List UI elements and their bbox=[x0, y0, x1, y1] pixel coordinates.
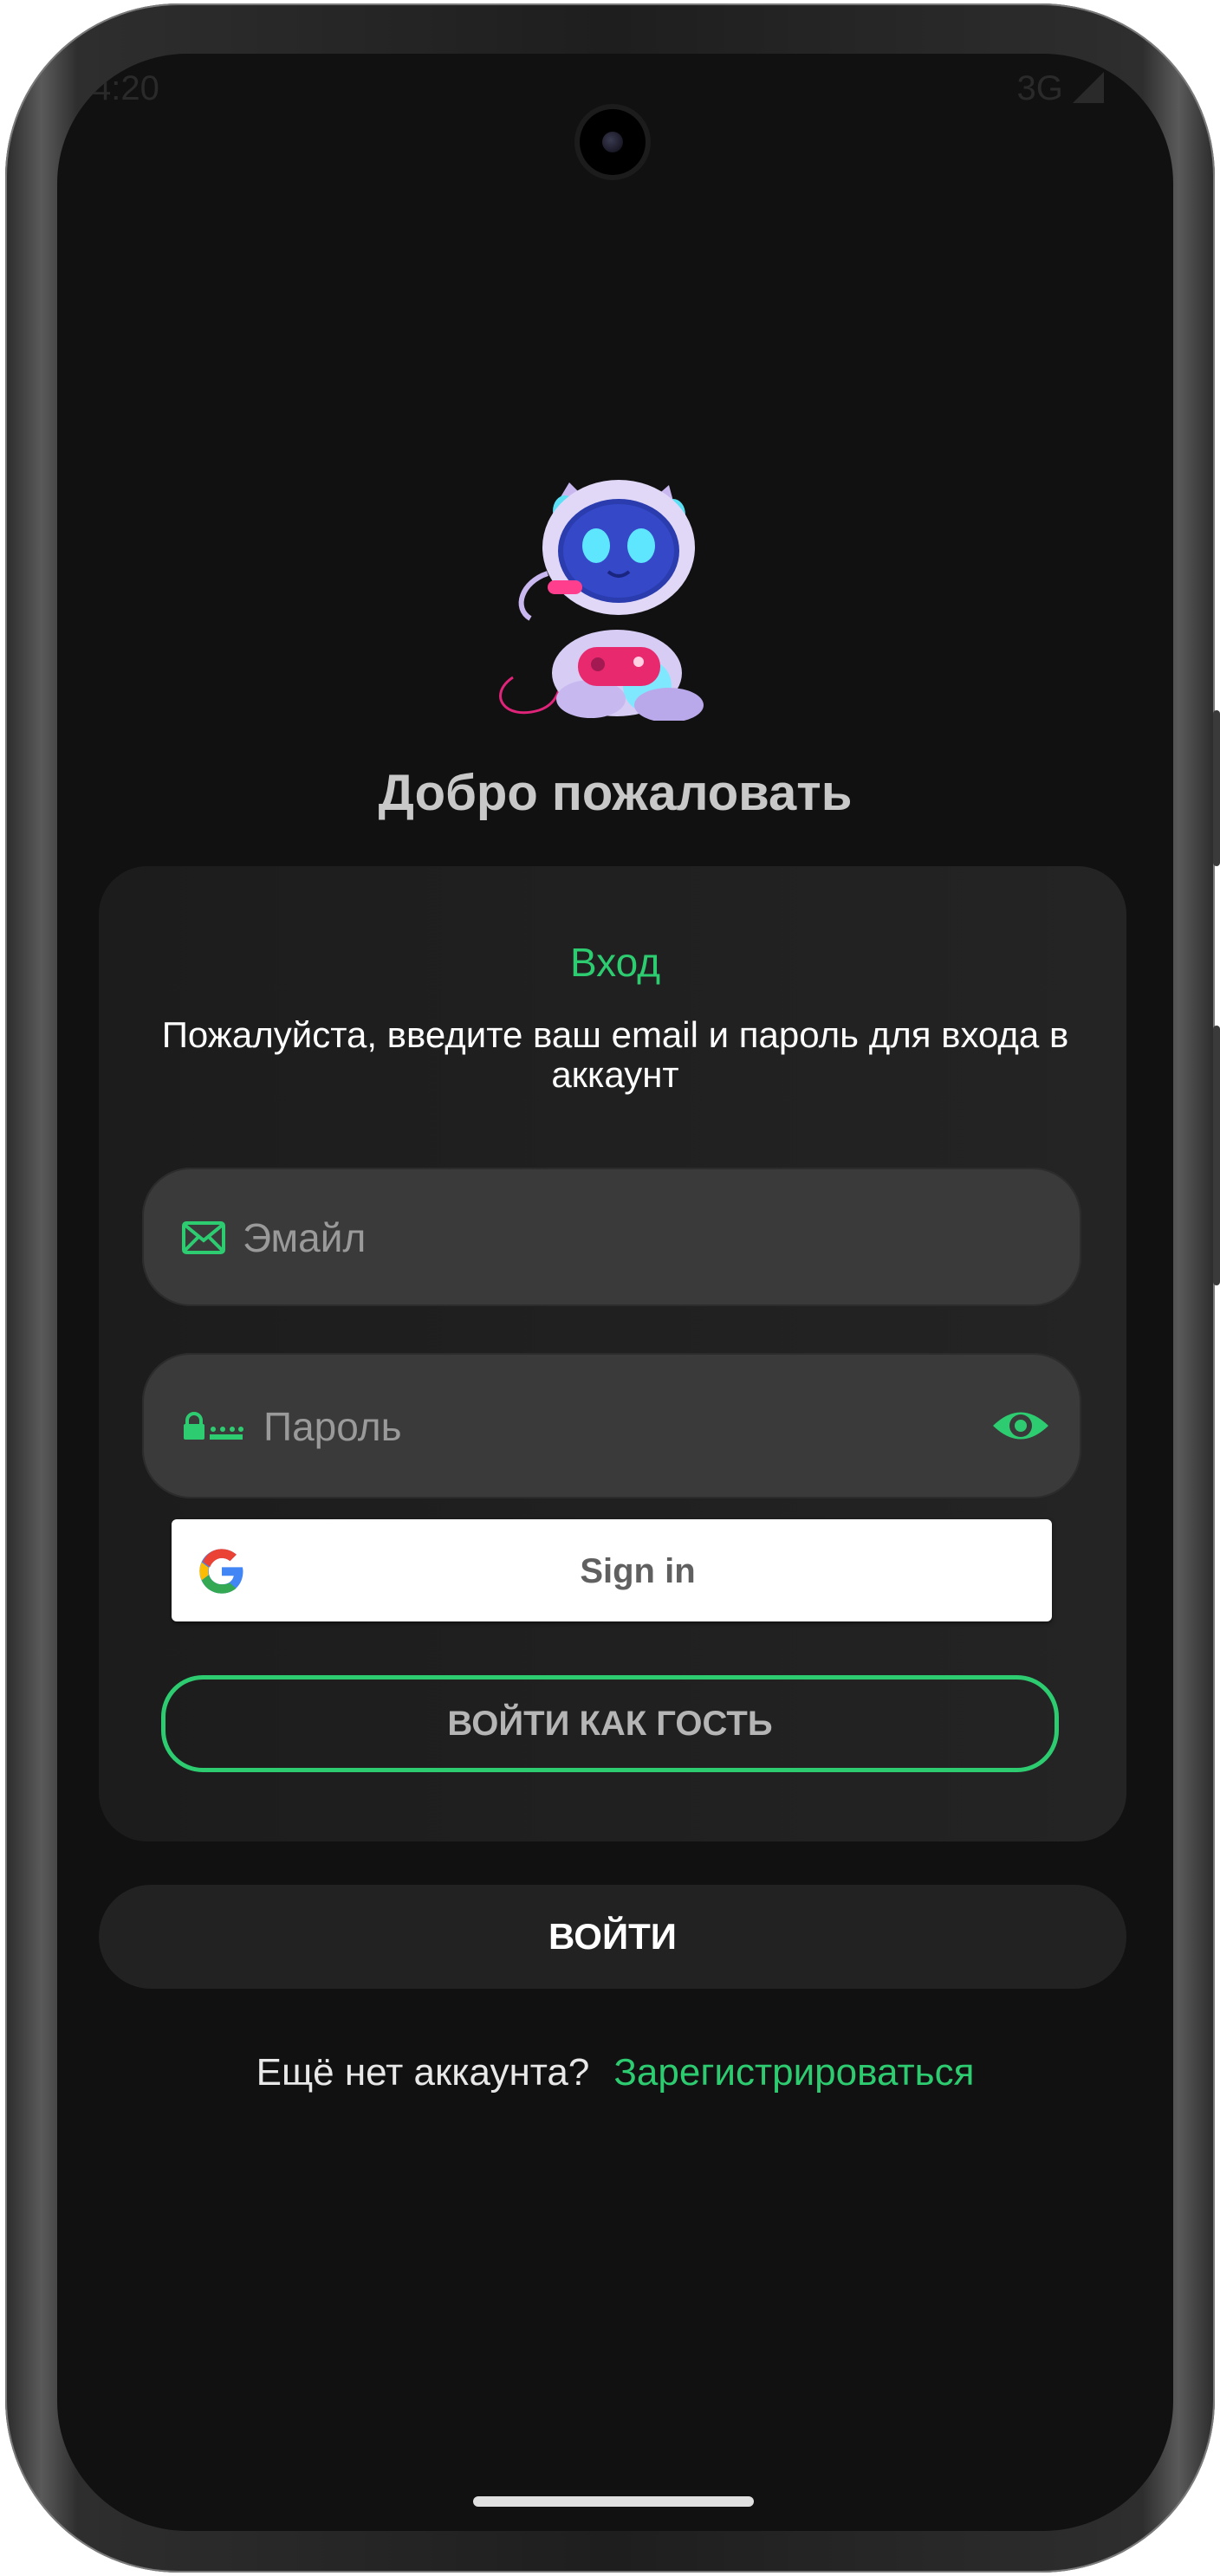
register-question: Ещё нет аккаунта? bbox=[256, 2051, 590, 2094]
home-indicator[interactable] bbox=[473, 2496, 754, 2507]
screen: 4:20 3G Добро пожаловать Вход Пожалуйста… bbox=[57, 54, 1173, 2531]
email-input[interactable] bbox=[241, 1168, 1059, 1308]
power-button bbox=[1213, 1026, 1220, 1285]
front-camera bbox=[580, 109, 646, 175]
register-link[interactable]: Зарегистрироваться bbox=[613, 2051, 974, 2094]
robot-mascot-image bbox=[499, 480, 704, 721]
volume-button bbox=[1213, 710, 1220, 866]
login-button[interactable]: ВОЙТИ bbox=[99, 1885, 1126, 1989]
card-description: Пожалуйста, введите ваш email и пароль д… bbox=[161, 1014, 1069, 1095]
network-label: 3G bbox=[1016, 69, 1063, 107]
status-time: 4:20 bbox=[92, 69, 159, 107]
google-sign-in-button[interactable]: Sign in bbox=[172, 1519, 1052, 1621]
google-button-label: Sign in bbox=[580, 1552, 696, 1590]
signal-icon bbox=[1073, 72, 1104, 103]
card-title: Вход bbox=[569, 940, 661, 985]
eye-icon[interactable] bbox=[991, 1406, 1050, 1446]
register-row: Ещё нет аккаунта? Зарегистрироваться bbox=[57, 2051, 1173, 2094]
lock-icon bbox=[184, 1412, 243, 1440]
guest-login-button[interactable]: ВОЙТИ КАК ГОСТЬ bbox=[161, 1675, 1059, 1772]
password-input[interactable] bbox=[262, 1353, 941, 1500]
status-network: 3G bbox=[1017, 69, 1104, 108]
password-field[interactable] bbox=[142, 1353, 1081, 1500]
phone-frame: 4:20 3G Добро пожаловать Вход Пожалуйста… bbox=[5, 3, 1220, 2573]
email-field[interactable] bbox=[142, 1168, 1081, 1308]
mail-icon bbox=[182, 1221, 225, 1254]
welcome-title: Добро пожаловать bbox=[378, 765, 853, 821]
